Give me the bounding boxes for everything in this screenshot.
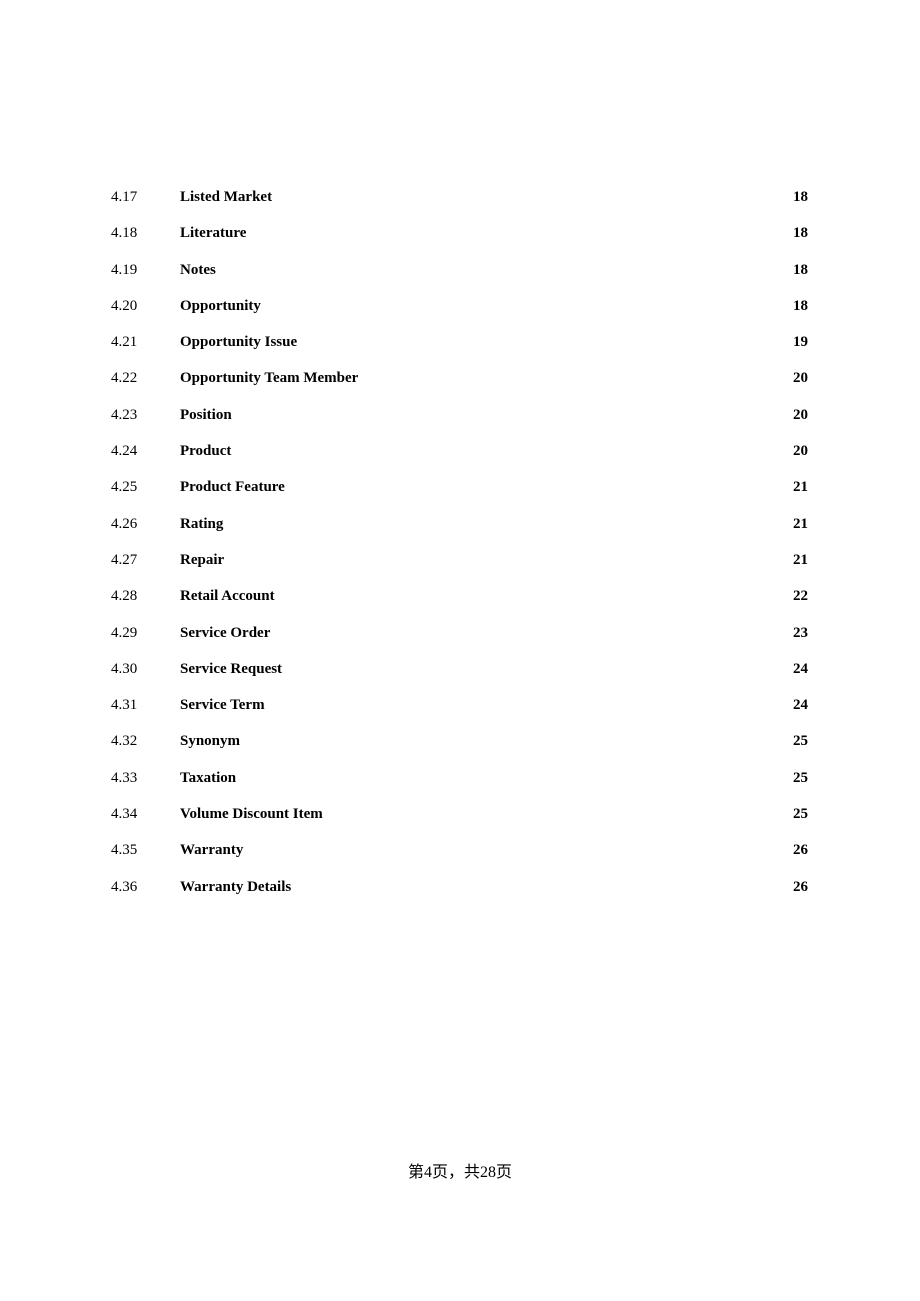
toc-entry-title[interactable]: Notes [180,259,216,281]
toc-entry-title[interactable]: Opportunity Issue [180,331,297,353]
toc-entry-page[interactable]: 20 [793,440,808,462]
toc-entry[interactable]: 4.19 Notes 18 [0,259,920,295]
toc-entry-title[interactable]: Repair [180,549,224,571]
toc-entry-number: 4.27 [111,551,138,568]
page-number-label: 第4页，共28页 [407,1164,512,1181]
toc-entry-number: 4.36 [111,878,138,895]
toc-entry-title[interactable]: Taxation [180,767,236,789]
toc-entry[interactable]: 4.31 Service Term 24 [0,694,920,730]
toc-entry-title[interactable]: Listed Market [180,186,272,208]
toc-entry-title[interactable]: Opportunity Team Member [180,367,358,389]
toc-entry-page[interactable]: 18 [793,295,808,317]
toc-entry-number: 4.20 [111,297,138,314]
toc-entry-title[interactable]: Opportunity [180,295,261,317]
toc-entry-number: 4.19 [111,261,138,278]
toc-entry-title[interactable]: Rating [180,513,223,535]
toc-entry-number: 4.35 [111,842,138,859]
toc-entry[interactable]: 4.33 Taxation 25 [0,767,920,803]
toc-entry-number: 4.24 [111,443,138,460]
toc-entry-page[interactable]: 19 [793,331,808,353]
toc-entry-page[interactable]: 24 [793,694,808,716]
toc-entry[interactable]: 4.27 Repair 21 [0,549,920,585]
toc-entry-page[interactable]: 21 [793,513,808,535]
toc-entry-page[interactable]: 26 [793,839,808,861]
toc-entry[interactable]: 4.22 Opportunity Team Member 20 [0,367,920,403]
toc-entry-number: 4.23 [111,406,138,423]
toc-entry[interactable]: 4.34 Volume Discount Item 25 [0,803,920,839]
toc-entry-title[interactable]: Literature [180,222,246,244]
toc-entry-title[interactable]: Retail Account [180,585,275,607]
toc-entry-page[interactable]: 20 [793,367,808,389]
toc-entry-page[interactable]: 24 [793,658,808,680]
toc-entry[interactable]: 4.30 Service Request 24 [0,658,920,694]
table-of-contents: 4.17 Listed Market 18 4.18 Literature 18… [0,186,920,912]
toc-entry-page[interactable]: 25 [793,767,808,789]
toc-entry[interactable]: 4.36 Warranty Details 26 [0,876,920,912]
toc-entry-page[interactable]: 25 [793,803,808,825]
toc-entry-page[interactable]: 21 [793,549,808,571]
toc-entry-number: 4.28 [111,588,138,605]
toc-entry[interactable]: 4.20 Opportunity 18 [0,295,920,331]
toc-entry-number: 4.17 [111,189,138,205]
toc-entry-page[interactable]: 18 [793,222,808,244]
toc-entry[interactable]: 4.17 Listed Market 18 [0,186,920,222]
toc-entry-title[interactable]: Product [180,440,231,462]
toc-entry-title[interactable]: Volume Discount Item [180,803,323,825]
toc-entry[interactable]: 4.21 Opportunity Issue 19 [0,331,920,367]
toc-entry[interactable]: 4.32 Synonym 25 [0,730,920,766]
toc-entry[interactable]: 4.35 Warranty 26 [0,839,920,875]
toc-entry-number: 4.18 [111,225,138,242]
toc-entry-number: 4.25 [111,479,138,496]
toc-entry-page[interactable]: 21 [793,476,808,498]
toc-entry-page[interactable]: 26 [793,876,808,898]
toc-entry[interactable]: 4.18 Literature 18 [0,222,920,258]
toc-entry-page[interactable]: 25 [793,730,808,752]
toc-entry-number: 4.32 [111,733,138,750]
toc-entry-title[interactable]: Warranty Details [180,876,291,898]
toc-entry-number: 4.22 [111,370,138,387]
toc-entry-title[interactable]: Warranty [180,839,243,861]
toc-entry-title[interactable]: Service Request [180,658,282,680]
toc-entry-title[interactable]: Position [180,404,232,426]
toc-entry-page[interactable]: 18 [793,259,808,281]
toc-entry-number: 4.21 [111,334,138,351]
toc-entry-title[interactable]: Service Term [180,694,265,716]
toc-entry-number: 4.30 [111,660,138,677]
page-footer: 第4页，共28页 [0,1162,920,1184]
toc-entry-number: 4.34 [111,806,138,823]
toc-entry-page[interactable]: 20 [793,404,808,426]
toc-entry-number: 4.33 [111,769,138,786]
toc-entry-page[interactable]: 23 [793,622,808,644]
toc-entry[interactable]: 4.23 Position 20 [0,404,920,440]
toc-entry-title[interactable]: Service Order [180,622,270,644]
toc-entry[interactable]: 4.25 Product Feature 21 [0,476,920,512]
toc-entry[interactable]: 4.28 Retail Account 22 [0,585,920,621]
toc-entry-number: 4.26 [111,515,138,532]
toc-entry[interactable]: 4.29 Service Order 23 [0,622,920,658]
toc-entry-title[interactable]: Product Feature [180,476,285,498]
toc-entry-page[interactable]: 22 [793,585,808,607]
toc-entry[interactable]: 4.24 Product 20 [0,440,920,476]
toc-entry-number: 4.31 [111,697,138,714]
toc-entry[interactable]: 4.26 Rating 21 [0,513,920,549]
toc-entry-page[interactable]: 18 [793,186,808,208]
toc-entry-title[interactable]: Synonym [180,730,240,752]
toc-entry-number: 4.29 [111,624,138,641]
